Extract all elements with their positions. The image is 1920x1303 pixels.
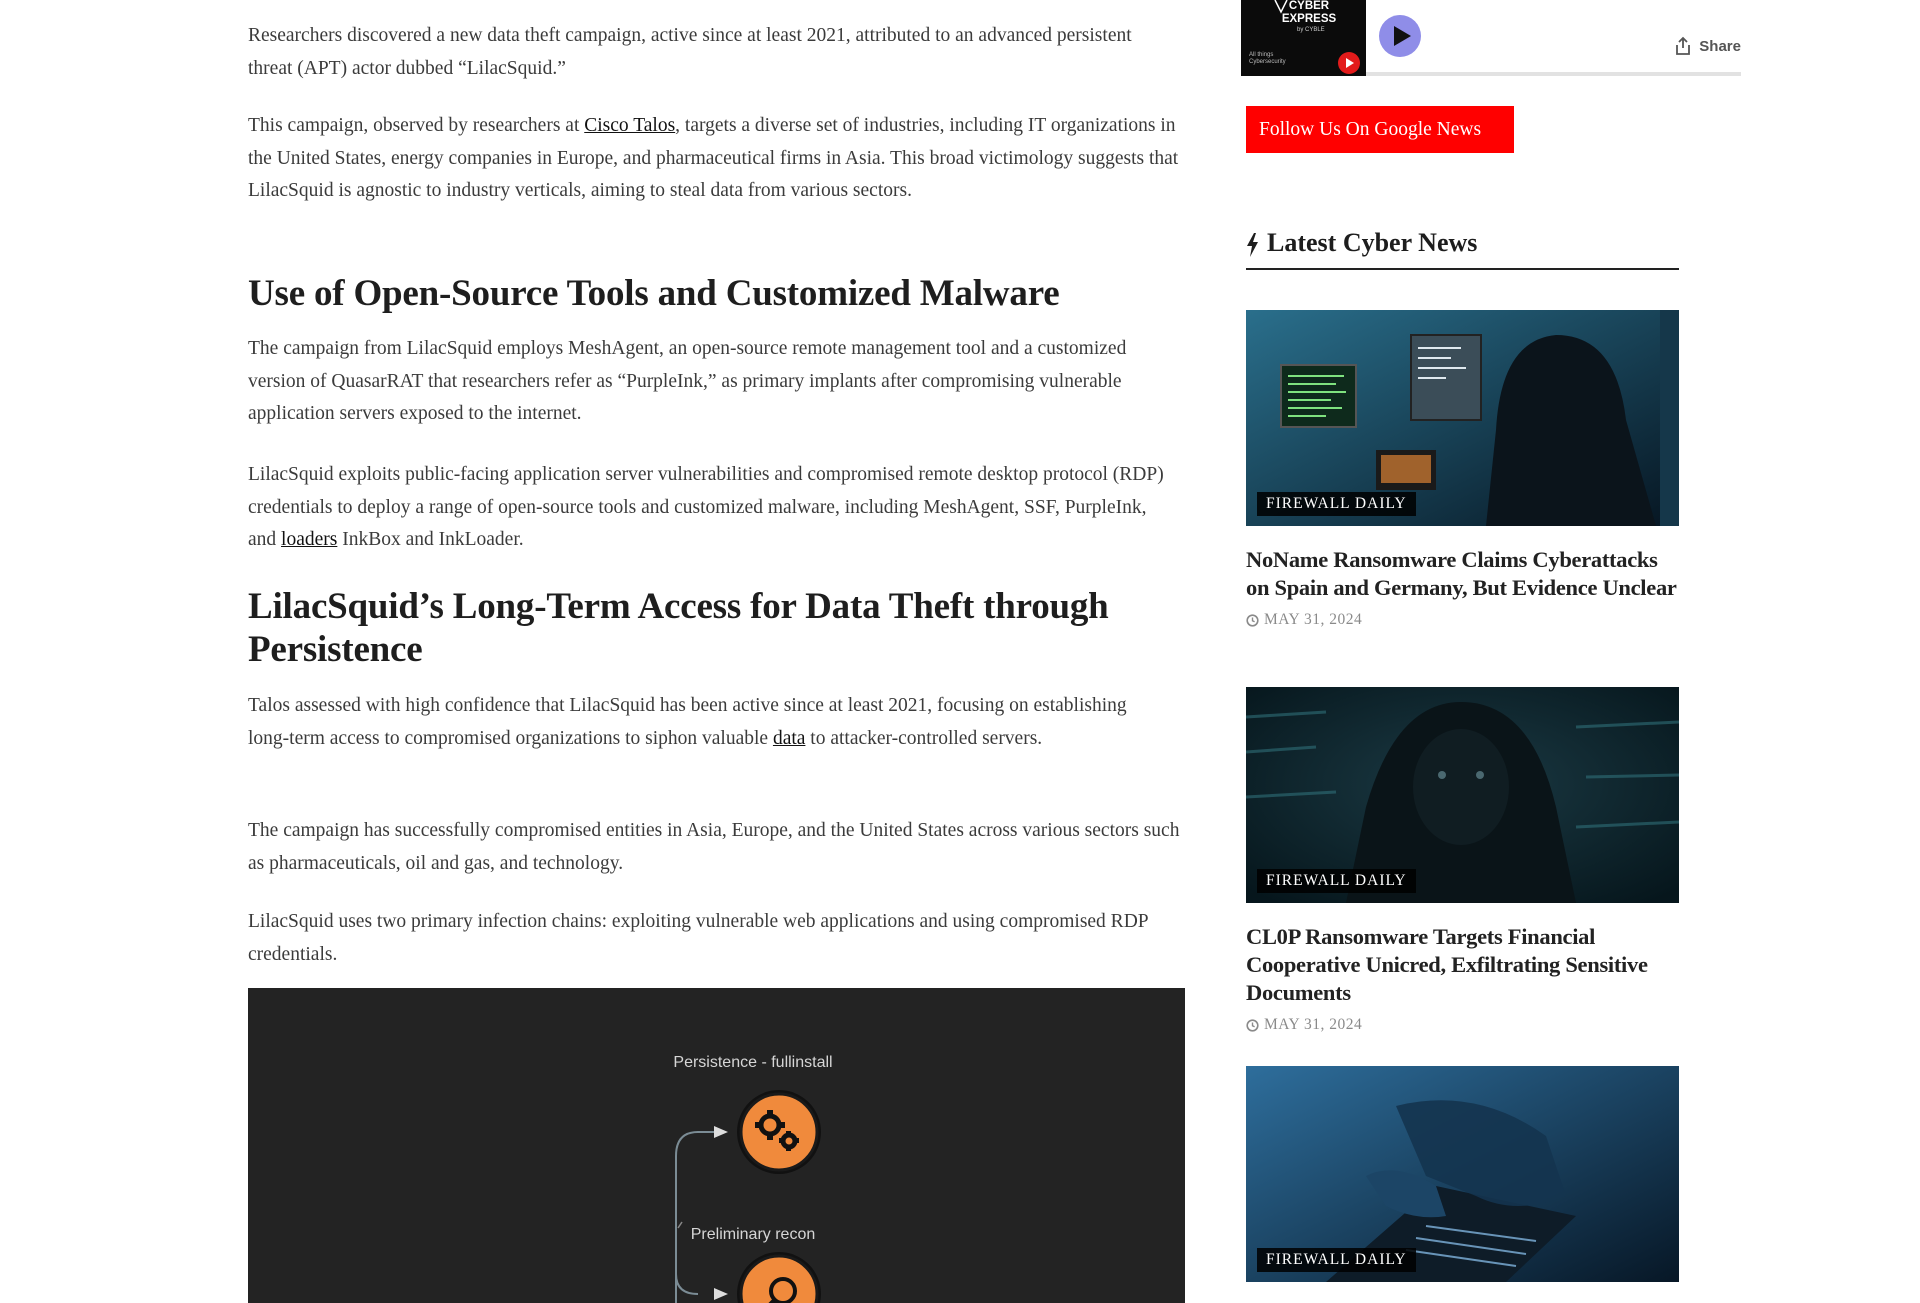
latest-news-title: Latest Cyber News (1267, 228, 1478, 257)
google-news-button[interactable]: Follow Us On Google News (1246, 106, 1514, 153)
clock-icon (1246, 613, 1259, 627)
arrow-head (714, 1126, 728, 1138)
paragraph-text: This campaign, observed by researchers a… (248, 115, 585, 136)
category-badge[interactable]: FIREWALL DAILY (1257, 492, 1416, 516)
podcast-tagline: All things Cybersecurity (1249, 52, 1286, 65)
podcast-brand: CYBER EXPRESS (1281, 0, 1337, 25)
play-button[interactable] (1379, 15, 1421, 57)
news-headline[interactable]: NoName Ransomware Claims Cyberattacks on… (1246, 546, 1679, 602)
data-link[interactable]: data (773, 728, 805, 749)
news-headline[interactable]: CL0P Ransomware Targets Financial Cooper… (1246, 923, 1679, 1007)
recon-node (737, 1252, 821, 1303)
cisco-talos-link[interactable]: Cisco Talos (584, 115, 675, 136)
news-date-text: MAY 31, 2024 (1264, 1016, 1363, 1033)
category-badge[interactable]: FIREWALL DAILY (1257, 869, 1416, 893)
news-card[interactable]: FIREWALL DAILY NoName Ransomware Claims … (1246, 310, 1679, 629)
news-thumbnail[interactable]: FIREWALL DAILY (1246, 687, 1679, 903)
category-badge[interactable]: FIREWALL DAILY (1257, 1248, 1416, 1272)
section-heading: Use of Open-Source Tools and Customized … (248, 273, 1060, 314)
persistence-label: Persistence - fullinstall (673, 1054, 833, 1071)
paragraph-text: to attacker-controlled servers. (805, 727, 1043, 749)
latest-news-header: Latest Cyber News (1246, 222, 1679, 270)
podcast-byline: by CYBLE (1297, 27, 1325, 33)
progress-bar[interactable] (1366, 72, 1741, 76)
recon-label: Preliminary recon (690, 1226, 816, 1243)
news-date: MAY 31, 2024 (1246, 1016, 1679, 1034)
persistence-node (737, 1090, 821, 1174)
news-thumbnail[interactable]: FIREWALL DAILY (1246, 310, 1679, 526)
paragraph: LilacSquid uses two primary infection ch… (248, 911, 1148, 965)
news-date-text: MAY 31, 2024 (1264, 611, 1363, 628)
arrow-head (714, 1288, 728, 1300)
paragraph: The campaign has successfully compromise… (248, 820, 1180, 874)
news-card[interactable]: FIREWALL DAILY CL0P Ransomware Targets F… (1246, 687, 1679, 1034)
youtube-icon[interactable] (1338, 52, 1360, 74)
paragraph: LilacSquid exploits public-facing applic… (248, 459, 1178, 557)
share-button[interactable]: Share (1673, 36, 1741, 56)
clock-icon (1246, 1018, 1259, 1032)
podcast-thumbnail[interactable]: CYBER EXPRESS by CYBLE All things Cybers… (1241, 0, 1366, 76)
paragraph-text: InkBox and InkLoader. (337, 529, 524, 550)
paragraph: Talos assessed with high confidence that… (248, 690, 1168, 755)
flow-line (675, 1131, 699, 1303)
podcast-player: CYBER EXPRESS by CYBLE All things Cybers… (1241, 0, 1741, 78)
loaders-link[interactable]: loaders (281, 529, 337, 550)
infection-chain-diagram: Persistence - fullinstall Preliminary re… (248, 988, 1185, 1303)
flow-line (675, 1273, 699, 1295)
news-date: MAY 31, 2024 (1246, 611, 1679, 629)
news-thumbnail[interactable]: FIREWALL DAILY (1246, 1066, 1679, 1282)
paragraph: The campaign from LilacSquid employs Mes… (248, 338, 1127, 424)
paragraph: Researchers discovered a new data theft … (248, 25, 1132, 79)
lightning-icon (1247, 233, 1258, 257)
paragraph: This campaign, observed by researchers a… (248, 110, 1188, 208)
diagram-graphic (675, 1090, 821, 1303)
share-label: Share (1699, 37, 1741, 55)
news-card[interactable]: FIREWALL DAILY (1246, 1066, 1679, 1282)
section-heading: LilacSquid’s Long-Term Access for Data T… (248, 586, 1109, 670)
share-icon (1676, 36, 1691, 55)
